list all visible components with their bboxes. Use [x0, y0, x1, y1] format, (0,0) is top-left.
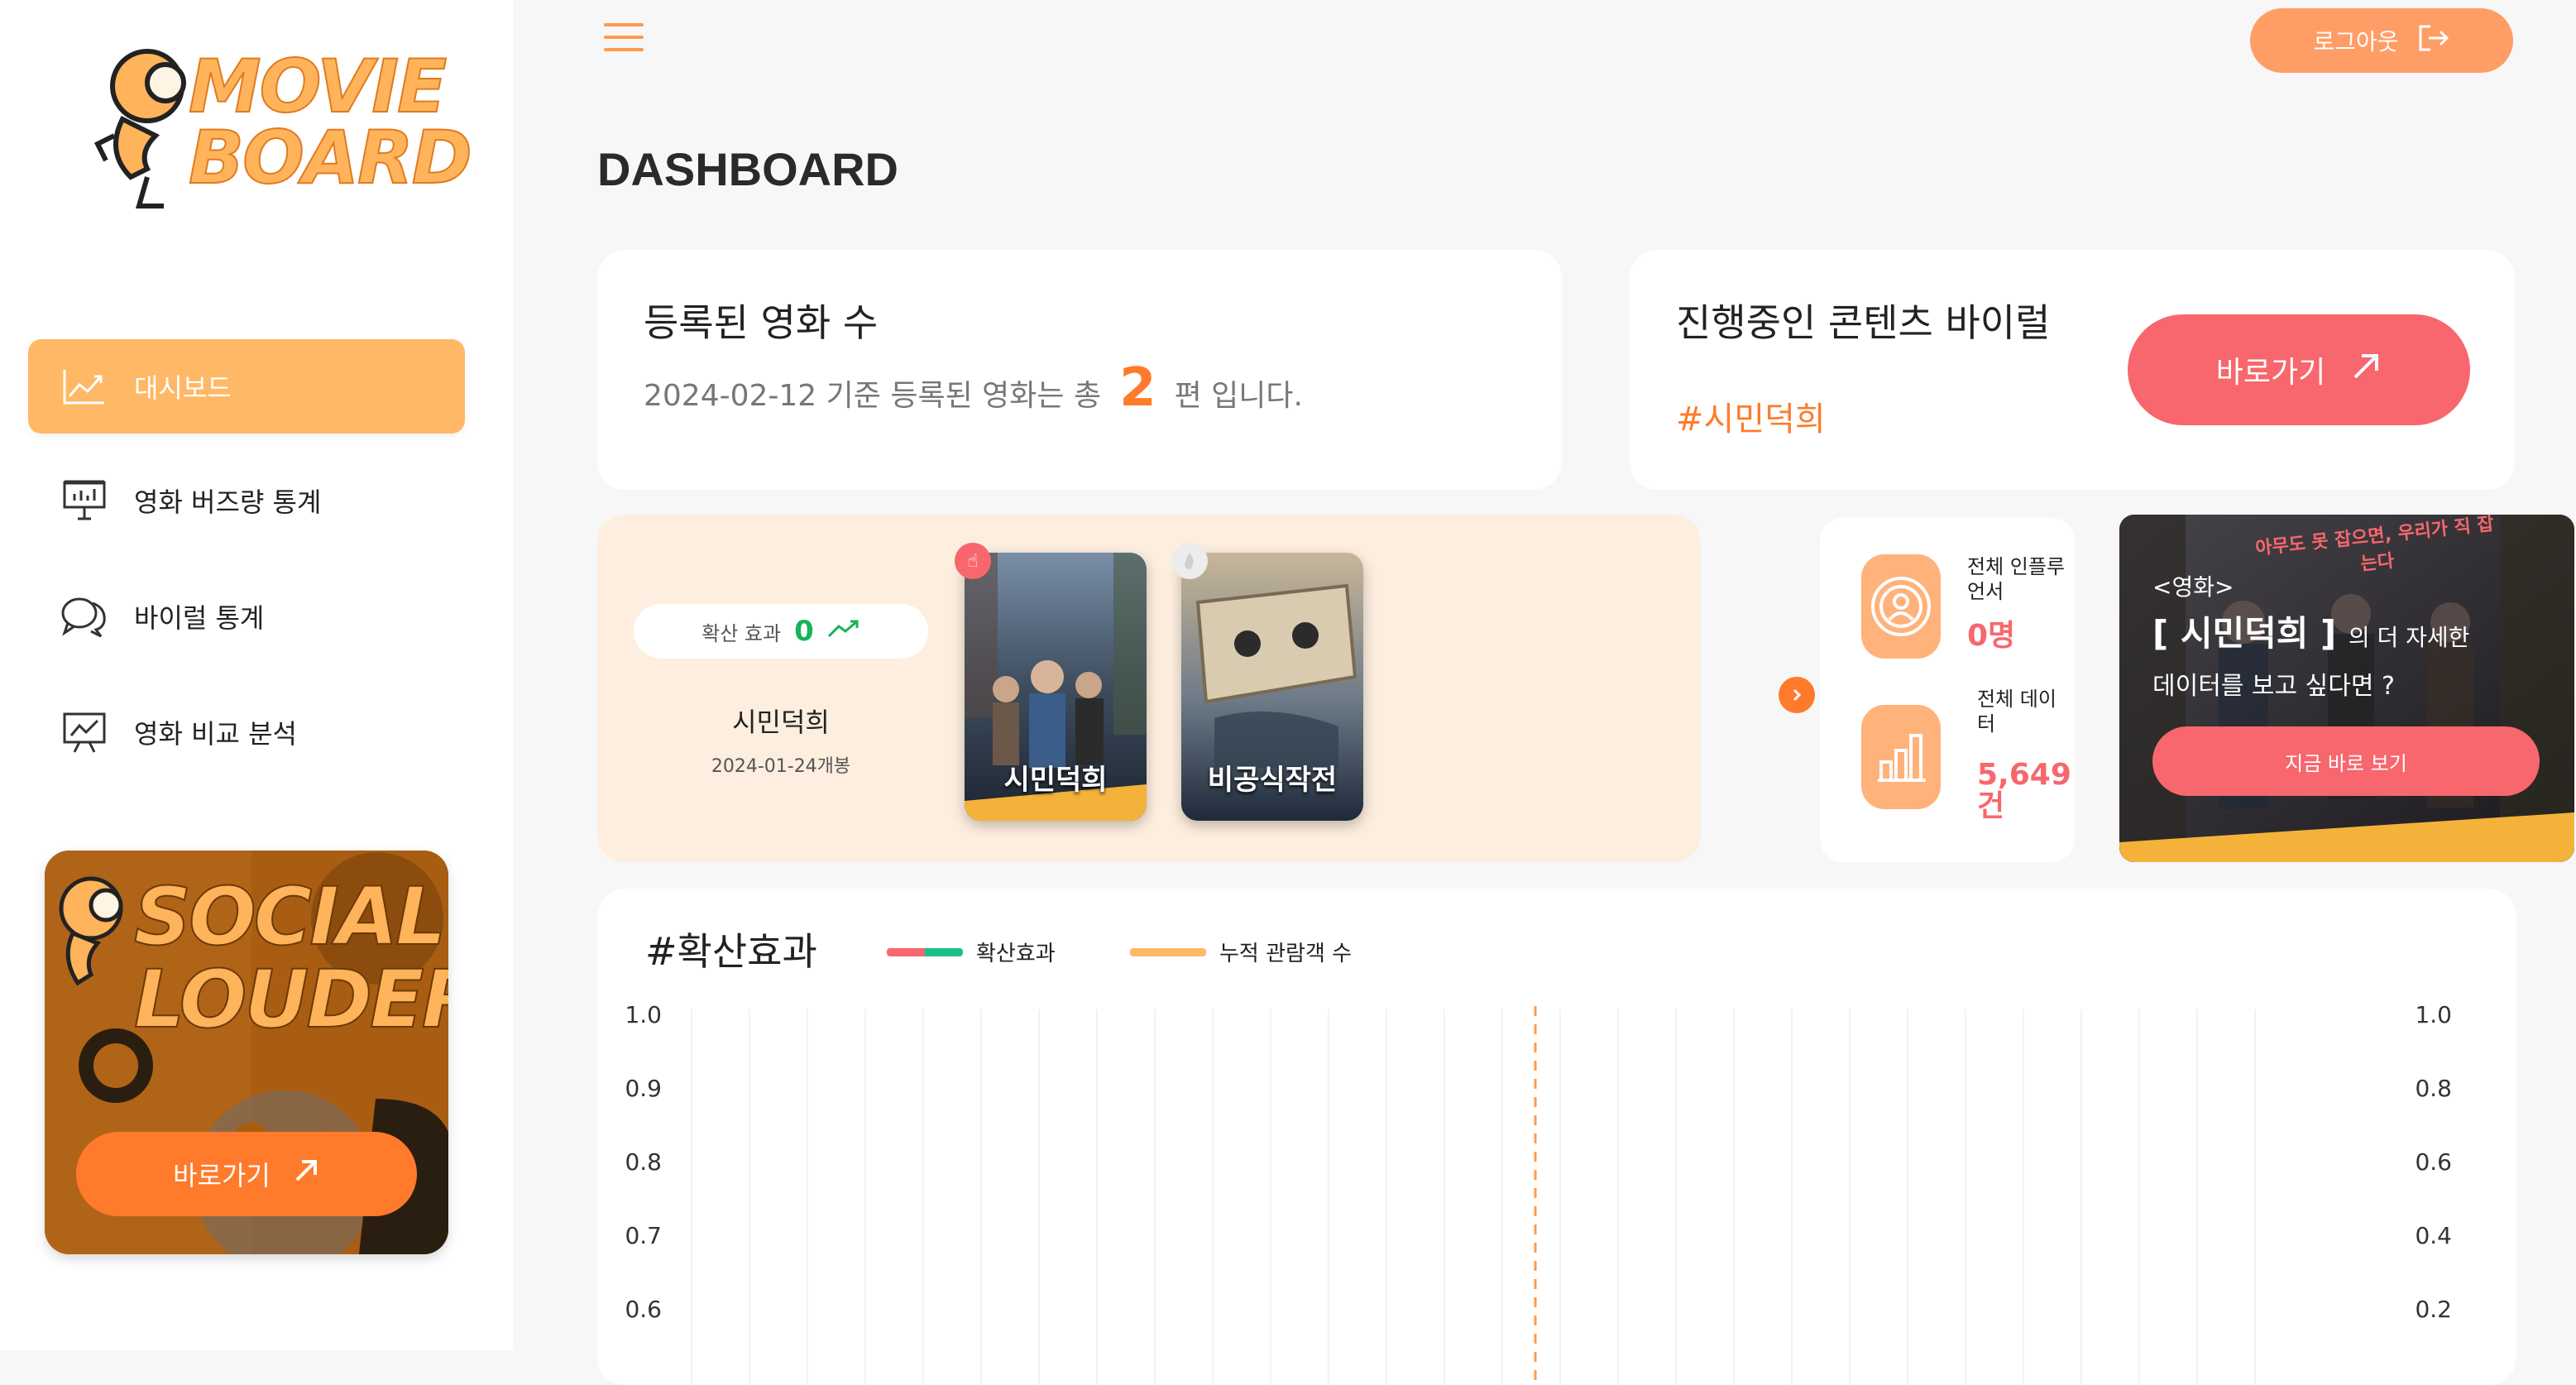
- sidebar-item-dashboard[interactable]: 대시보드: [28, 339, 465, 434]
- logout-button[interactable]: 로그아웃: [2250, 8, 2513, 73]
- selected-movie-date: 2024-01-24개봉: [711, 756, 851, 777]
- sidebar-item-label: 바이럴 통계: [134, 602, 265, 634]
- spread-effect-label: 확산 효과: [701, 621, 782, 645]
- logo-wordmark: MOVIE BOARD: [188, 44, 473, 200]
- y-left-tick-label: 0.6: [625, 1296, 662, 1323]
- movie-strip: 확산 효과 0 시민덕희 2024-01-24개봉 시민덕희 ☝ 비공식작전: [597, 515, 1701, 862]
- y-right-tick-label: 0.8: [2415, 1075, 2452, 1102]
- spread-effect-chart-card: #확산효과 확산효과 누적 관람객 수 1.0 0.9 0.8 0.7 0.6 1.0 0.…: [597, 889, 2516, 1385]
- stats-card: 전체 인플루언서 0명 전체 데이터 5,649건: [1820, 518, 2075, 862]
- trend-up-icon: [827, 618, 860, 645]
- arrow-up-right-icon: [292, 1157, 320, 1191]
- chart-plot-area: 1.0 0.9 0.8 0.7 0.6 1.0 0.8 0.6 0.4 0.2: [625, 1001, 2452, 1385]
- fire-icon: [1171, 543, 1208, 579]
- view-now-button[interactable]: 지금 바로 보기: [2152, 726, 2540, 796]
- sidebar-item-label: 영화 버즈량 통계: [134, 486, 322, 518]
- movie-poster-citizen-deokhee[interactable]: 시민덕희: [965, 553, 1147, 821]
- y-left-tick-label: 0.9: [625, 1075, 662, 1102]
- analytics-board-icon: [60, 707, 109, 757]
- social-louder-logo: SOCIAL LOUDER: [133, 870, 448, 1046]
- promo-go-label: 바로가기: [173, 1160, 271, 1191]
- promo-go-button[interactable]: 바로가기: [76, 1132, 417, 1216]
- sidebar-item-compare-analysis[interactable]: 영화 비교 분석: [28, 685, 465, 779]
- movie-board-logo[interactable]: MOVIE BOARD: [89, 36, 473, 210]
- sidebar: MOVIE BOARD 대시보드 영화 버즈량 통계 바이럴 통계 영화 비교 …: [0, 0, 513, 1350]
- pointer-hand-icon: ☝: [955, 543, 991, 579]
- spread-effect-value: 0: [794, 615, 814, 648]
- y-right-tick-label: 1.0: [2415, 1001, 2452, 1028]
- banner-headline-suffix: 의 더 자세한: [2348, 624, 2470, 651]
- poster-title: 시민덕희: [1003, 764, 1108, 797]
- banner-movie-name: [ 시민덕희 ]: [2152, 613, 2337, 654]
- movie-count-value: 2: [1119, 357, 1156, 419]
- spread-effect-pill: 확산 효과 0: [634, 604, 928, 659]
- y-left-tick-label: 0.8: [625, 1148, 662, 1176]
- y-right-tick-label: 0.2: [2415, 1296, 2452, 1323]
- page-title: DASHBOARD: [597, 143, 898, 195]
- movie-poster-covert-operation[interactable]: 비공식작전: [1181, 553, 1363, 821]
- movie-detail-banner: 아무도 못 잡으면, 우리가 직 잡는다 <영화> [ 시민덕희 ] 의 더 자…: [2119, 515, 2574, 862]
- sidebar-item-buzz-stats[interactable]: 영화 버즈량 통계: [28, 453, 465, 548]
- banner-category: <영화>: [2152, 573, 2234, 601]
- banner-subline: 데이터를 보고 싶다면 ?: [2152, 672, 2395, 701]
- movie-count-suffix: 편 입니다.: [1174, 379, 1303, 413]
- menu-toggle-icon[interactable]: [604, 23, 644, 56]
- viral-content-title: 진행중인 콘텐츠 바이럴: [1676, 300, 2051, 345]
- logout-icon: [2417, 23, 2450, 59]
- influencer-icon: [1861, 554, 1941, 659]
- y-left-tick-label: 0.7: [625, 1222, 662, 1249]
- movie-count-title: 등록된 영화 수: [644, 300, 879, 345]
- social-louder-promo: SOCIAL LOUDER 바로가기: [45, 851, 448, 1254]
- viral-content-tag[interactable]: #시민덕희: [1676, 392, 1826, 440]
- carousel-next-button[interactable]: [1779, 677, 1815, 713]
- chat-bubbles-icon: [60, 592, 109, 641]
- sidebar-item-label: 대시보드: [134, 372, 232, 404]
- viral-go-button[interactable]: 바로가기: [2128, 314, 2470, 425]
- selected-movie-title: 시민덕희: [732, 707, 830, 738]
- bar-chart-icon: [1861, 705, 1941, 809]
- y-left-tick-label: 1.0: [625, 1001, 662, 1028]
- data-value: 5,649건: [1977, 758, 2071, 823]
- influencers-label: 전체 인플루언서: [1967, 555, 2066, 603]
- movie-count-summary: 2024-02-12 기준 등록된 영화는 총 2 편 입니다.: [644, 357, 1303, 419]
- data-label: 전체 데이터: [1977, 688, 2056, 736]
- logout-label: 로그아웃: [2313, 28, 2399, 55]
- movie-count-prefix: 2024-02-12 기준 등록된 영화는 총: [644, 379, 1102, 413]
- arrow-up-right-icon: [2350, 351, 2382, 390]
- sidebar-item-viral-stats[interactable]: 바이럴 통계: [28, 569, 465, 664]
- influencers-value: 0명: [1967, 619, 2016, 653]
- banner-headline: [ 시민덕희 ] 의 더 자세한: [2152, 606, 2469, 656]
- y-right-tick-label: 0.4: [2415, 1222, 2452, 1249]
- movie-count-card: 등록된 영화 수 2024-02-12 기준 등록된 영화는 총 2 편 입니다…: [597, 250, 1562, 490]
- sidebar-item-label: 영화 비교 분석: [134, 718, 297, 750]
- presentation-board-icon: [60, 476, 109, 525]
- chevron-right-icon: [1793, 688, 1802, 702]
- poster-title: 비공식작전: [1207, 764, 1338, 797]
- trend-chart-icon: [60, 362, 109, 411]
- y-right-tick-label: 0.6: [2415, 1148, 2452, 1176]
- viral-go-label: 바로가기: [2215, 356, 2326, 390]
- viral-content-card: 진행중인 콘텐츠 바이럴 #시민덕희 바로가기: [1630, 250, 2515, 490]
